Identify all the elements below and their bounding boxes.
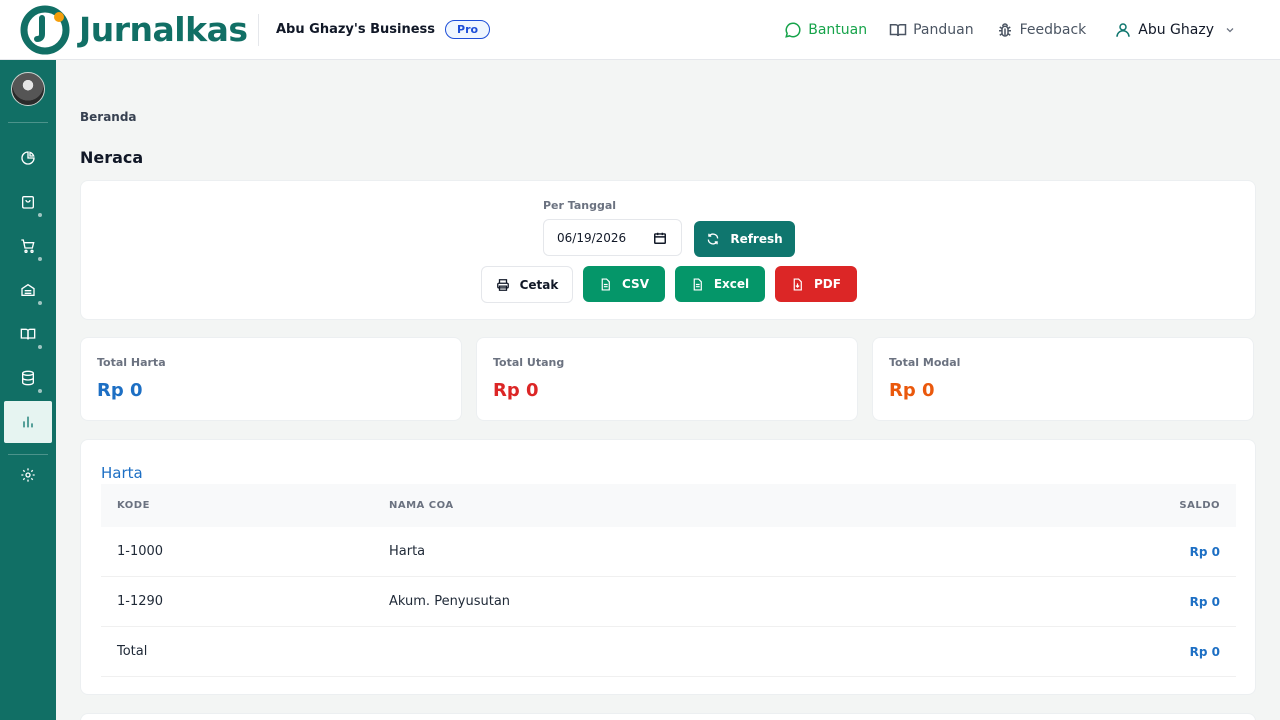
total-label: Total: [117, 644, 148, 659]
plan-badge: Pro: [445, 20, 491, 39]
date-label: Per Tanggal: [543, 199, 617, 212]
chat-bubble-icon: [785, 21, 801, 38]
table-total-row: Total Rp 0: [101, 627, 1236, 677]
logo-mark-icon: [20, 5, 70, 55]
business-name: Abu Ghazy's Business: [276, 22, 436, 37]
csv-export-button[interactable]: CSV: [583, 266, 665, 302]
submenu-dot: [38, 345, 42, 349]
sidebar: [0, 60, 56, 720]
cell-saldo: Rp 0: [1189, 544, 1220, 559]
stat-label: Total Utang: [493, 356, 565, 369]
bug-icon: [998, 22, 1011, 37]
print-button[interactable]: Cetak: [481, 266, 573, 303]
page-title: Neraca: [80, 148, 144, 167]
cell-saldo: Rp 0: [1189, 594, 1220, 609]
sidebar-item-sales[interactable]: [0, 181, 56, 223]
avatar[interactable]: [11, 72, 45, 106]
cell-nama: Akum. Penyusutan: [389, 594, 511, 609]
book-open-icon: [889, 23, 907, 36]
stat-label: Total Harta: [97, 356, 166, 369]
stat-value: Rp 0: [97, 380, 143, 401]
sidebar-item-journal[interactable]: [0, 313, 56, 355]
table-header: KODE NAMA COA SALDO: [101, 484, 1236, 527]
submenu-dot: [38, 213, 42, 217]
file-text-icon: [601, 277, 610, 291]
file-download-icon: [793, 277, 802, 291]
excel-export-button[interactable]: Excel: [675, 266, 765, 302]
submenu-dot: [38, 389, 42, 393]
refresh-label: Refresh: [730, 232, 783, 246]
next-section-card: [80, 713, 1256, 720]
filter-card: Per Tanggal 06/19/2026 Refresh Cetak CSV…: [80, 180, 1256, 320]
stat-card-total-harta: Total Harta Rp 0: [80, 337, 462, 421]
total-value: Rp 0: [1189, 644, 1220, 659]
logo[interactable]: Jurnalkas: [0, 5, 258, 55]
user-name: Abu Ghazy: [1138, 21, 1214, 38]
divider: [8, 122, 48, 123]
refresh-icon: [708, 233, 719, 245]
table-row[interactable]: 1-1290 Akum. Penyusutan Rp 0: [101, 577, 1236, 627]
user-icon: [1116, 22, 1131, 37]
column-header-kode: KODE: [117, 500, 150, 511]
submenu-dot: [38, 301, 42, 305]
sidebar-item-reports[interactable]: [4, 401, 52, 443]
table-row[interactable]: 1-1000 Harta Rp 0: [101, 527, 1236, 577]
calendar-icon[interactable]: [653, 231, 667, 245]
gear-icon: [21, 468, 35, 482]
printer-icon: [496, 278, 509, 291]
feedback-link[interactable]: Feedback: [996, 21, 1087, 39]
sidebar-item-inventory[interactable]: [0, 269, 56, 311]
guide-link[interactable]: Panduan: [889, 21, 974, 39]
sidebar-item-master-data[interactable]: [0, 357, 56, 399]
pdf-export-button[interactable]: PDF: [775, 266, 857, 302]
sidebar-item-purchases[interactable]: [0, 225, 56, 267]
sidebar-item-dashboard[interactable]: [0, 137, 56, 179]
harta-table-card: Harta KODE NAMA COA SALDO 1-1000 Harta R…: [80, 439, 1256, 695]
stat-card-total-utang: Total Utang Rp 0: [476, 337, 858, 421]
guide-label: Panduan: [913, 21, 974, 38]
date-value: 06/19/2026: [557, 230, 627, 245]
top-bar: Jurnalkas Abu Ghazy's Business Pro Bantu…: [0, 0, 1280, 60]
shopping-cart-icon: [21, 239, 35, 253]
pie-chart-icon: [21, 151, 35, 165]
user-menu[interactable]: Abu Ghazy: [1114, 21, 1242, 39]
archive-icon: [21, 283, 35, 296]
stat-card-total-modal: Total Modal Rp 0: [872, 337, 1254, 421]
pdf-label: PDF: [814, 277, 841, 291]
refresh-button[interactable]: Refresh: [694, 221, 795, 257]
feedback-label: Feedback: [1019, 21, 1087, 38]
sidebar-item-settings[interactable]: [0, 454, 56, 496]
print-label: Cetak: [519, 277, 559, 292]
breadcrumb[interactable]: Beranda: [80, 110, 137, 124]
submenu-dot: [38, 257, 42, 261]
csv-label: CSV: [622, 277, 649, 291]
help-link[interactable]: Bantuan: [784, 21, 867, 39]
help-label: Bantuan: [808, 21, 868, 38]
logo-text: Jurnalkas: [79, 10, 248, 49]
cell-kode: 1-1000: [117, 544, 164, 559]
stat-label: Total Modal: [889, 356, 961, 369]
shopping-bag-icon: [22, 196, 34, 209]
bar-chart-icon: [23, 416, 33, 428]
cell-kode: 1-1290: [117, 594, 164, 609]
column-header-saldo: SALDO: [1179, 500, 1220, 511]
database-icon: [22, 370, 34, 386]
harta-table: KODE NAMA COA SALDO 1-1000 Harta Rp 0 1-…: [101, 484, 1236, 677]
stat-value: Rp 0: [493, 380, 539, 401]
chevron-down-icon: [1226, 27, 1234, 32]
date-input[interactable]: 06/19/2026: [543, 219, 682, 256]
excel-label: Excel: [713, 277, 750, 291]
file-text-icon: [693, 277, 702, 291]
divider: [258, 13, 259, 46]
section-title: Harta: [101, 464, 143, 482]
stat-value: Rp 0: [889, 380, 935, 401]
book-icon: [20, 328, 36, 340]
column-header-nama-coa: NAMA COA: [389, 500, 454, 511]
cell-nama: Harta: [389, 544, 426, 559]
